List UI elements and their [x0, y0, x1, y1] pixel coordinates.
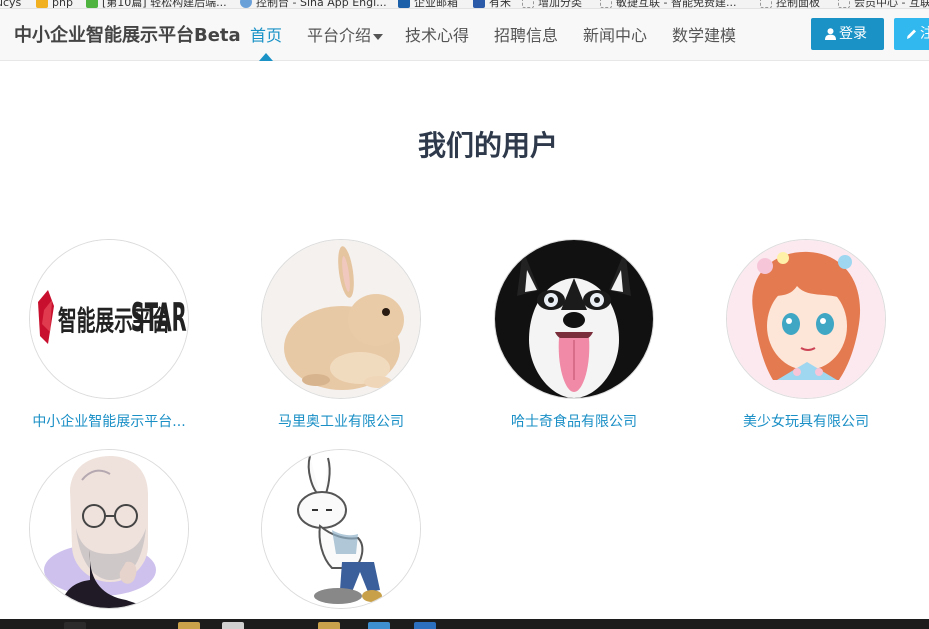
nav-jobs-label: 招聘信息 [494, 26, 559, 45]
user-avatar-cartoon-rabbit[interactable] [261, 449, 421, 609]
user-card [29, 449, 189, 621]
login-button[interactable]: 登录 [811, 18, 884, 50]
brand-title[interactable]: 中小企业智能展示平台Beta [14, 9, 241, 61]
bookmark-item[interactable]: 控制台 - Sina App Engi... [240, 0, 387, 9]
caret-down-icon [373, 33, 384, 40]
taskbar-app-icon[interactable] [414, 622, 436, 629]
nav-math-modeling-label: 数学建模 [672, 26, 737, 45]
page-icon [522, 0, 534, 8]
taskbar-app-icon[interactable] [368, 622, 390, 629]
bookmark-item[interactable]: [第10篇] 轻松构建后端... [86, 0, 227, 9]
bookmark-label: 增加分类 [538, 0, 582, 9]
cloud-icon [240, 0, 252, 8]
bookmark-item[interactable]: 有米 [473, 0, 511, 9]
active-nav-marker [259, 53, 273, 61]
user-card: 美少女玩具有限公司 [726, 239, 886, 431]
os-taskbar [0, 619, 929, 629]
login-label: 登录 [839, 26, 867, 42]
nav-news[interactable]: 新闻中心 [583, 9, 647, 61]
nav-news-label: 新闻中心 [583, 26, 648, 45]
user-card: 哈士奇食品有限公司 [494, 239, 654, 431]
nav-platform-intro-label: 平台介绍 [307, 26, 372, 45]
nav-platform-intro[interactable]: 平台介绍 [307, 9, 384, 61]
bookmark-item[interactable]: 敏捷互联 - 智能免费建... [600, 0, 737, 9]
bookmark-item[interactable]: 控制面板 [760, 0, 820, 9]
register-button[interactable]: 注册 [894, 18, 929, 50]
user-avatar-husky[interactable] [494, 239, 654, 399]
folder-icon [36, 0, 48, 8]
user-icon [825, 28, 836, 40]
user-card [261, 449, 421, 621]
top-navbar: 中小企业智能展示平台Beta 首页 平台介绍 技术心得 招聘信息 新闻中心 数学… [0, 9, 929, 61]
mail-icon [398, 0, 410, 8]
page-icon [600, 0, 612, 8]
user-name-link[interactable]: 中小企业智能展示平台... [29, 411, 189, 431]
user-name-link[interactable]: 美少女玩具有限公司 [726, 411, 886, 431]
page-icon [760, 0, 772, 8]
user-card: 智能展示平台 STARK 中小企业智能展示平台... [29, 239, 189, 431]
bookmark-item[interactable]: 增加分类 [522, 0, 582, 9]
nav-jobs[interactable]: 招聘信息 [494, 9, 558, 61]
taskbar-app-icon[interactable] [178, 622, 200, 629]
nav-math-modeling[interactable]: 数学建模 [672, 9, 736, 61]
bookmark-item[interactable]: 会员中心 - 互联 [838, 0, 929, 9]
nav-tech-notes-label: 技术心得 [405, 26, 470, 45]
bookmark-item[interactable]: php [36, 0, 73, 9]
taskbar-app-icon[interactable] [64, 622, 86, 629]
taskbar-app-icon[interactable] [318, 622, 340, 629]
bookmark-label: 控制面板 [776, 0, 820, 9]
nav-home-label: 首页 [250, 26, 283, 45]
bookmark-label: ucys [0, 0, 22, 9]
user-avatar-stark-logo[interactable]: 智能展示平台 STARK [29, 239, 189, 399]
register-label: 注册 [920, 26, 929, 42]
bookmark-label: 有米 [489, 0, 511, 9]
user-avatar-rabbit[interactable] [261, 239, 421, 399]
bookmark-site-icon [86, 0, 98, 8]
bookmark-item[interactable]: 企业邮箱 [398, 0, 458, 9]
user-avatar-anime-girl[interactable] [726, 239, 886, 399]
nav-tech-notes[interactable]: 技术心得 [405, 9, 469, 61]
page-icon [838, 0, 850, 8]
bookmark-label: 企业邮箱 [414, 0, 458, 9]
user-name-link[interactable]: 哈士奇食品有限公司 [494, 411, 654, 431]
user-card: 马里奥工业有限公司 [261, 239, 421, 431]
logo-en-text: STARK [131, 296, 188, 342]
bookmark-label: 敏捷互联 - 智能免费建... [616, 0, 737, 9]
bookmark-label: 控制台 - Sina App Engi... [256, 0, 387, 9]
bookmark-item[interactable]: ucys [0, 0, 22, 9]
user-name-link[interactable]: 马里奥工业有限公司 [261, 411, 421, 431]
bookmark-label: 会员中心 - 互联 [854, 0, 929, 9]
user-avatar-steve-jobs[interactable] [29, 449, 189, 609]
pencil-icon [907, 29, 916, 39]
taskbar-app-icon[interactable] [222, 622, 244, 629]
bookmark-label: [第10篇] 轻松构建后端... [102, 0, 227, 9]
section-title: 我们的用户 [417, 129, 558, 162]
bookmarks-bar: ucys php [第10篇] 轻松构建后端... 控制台 - Sina App… [0, 0, 929, 9]
bookmark-site-icon [473, 0, 485, 8]
bookmark-label: php [52, 0, 73, 9]
